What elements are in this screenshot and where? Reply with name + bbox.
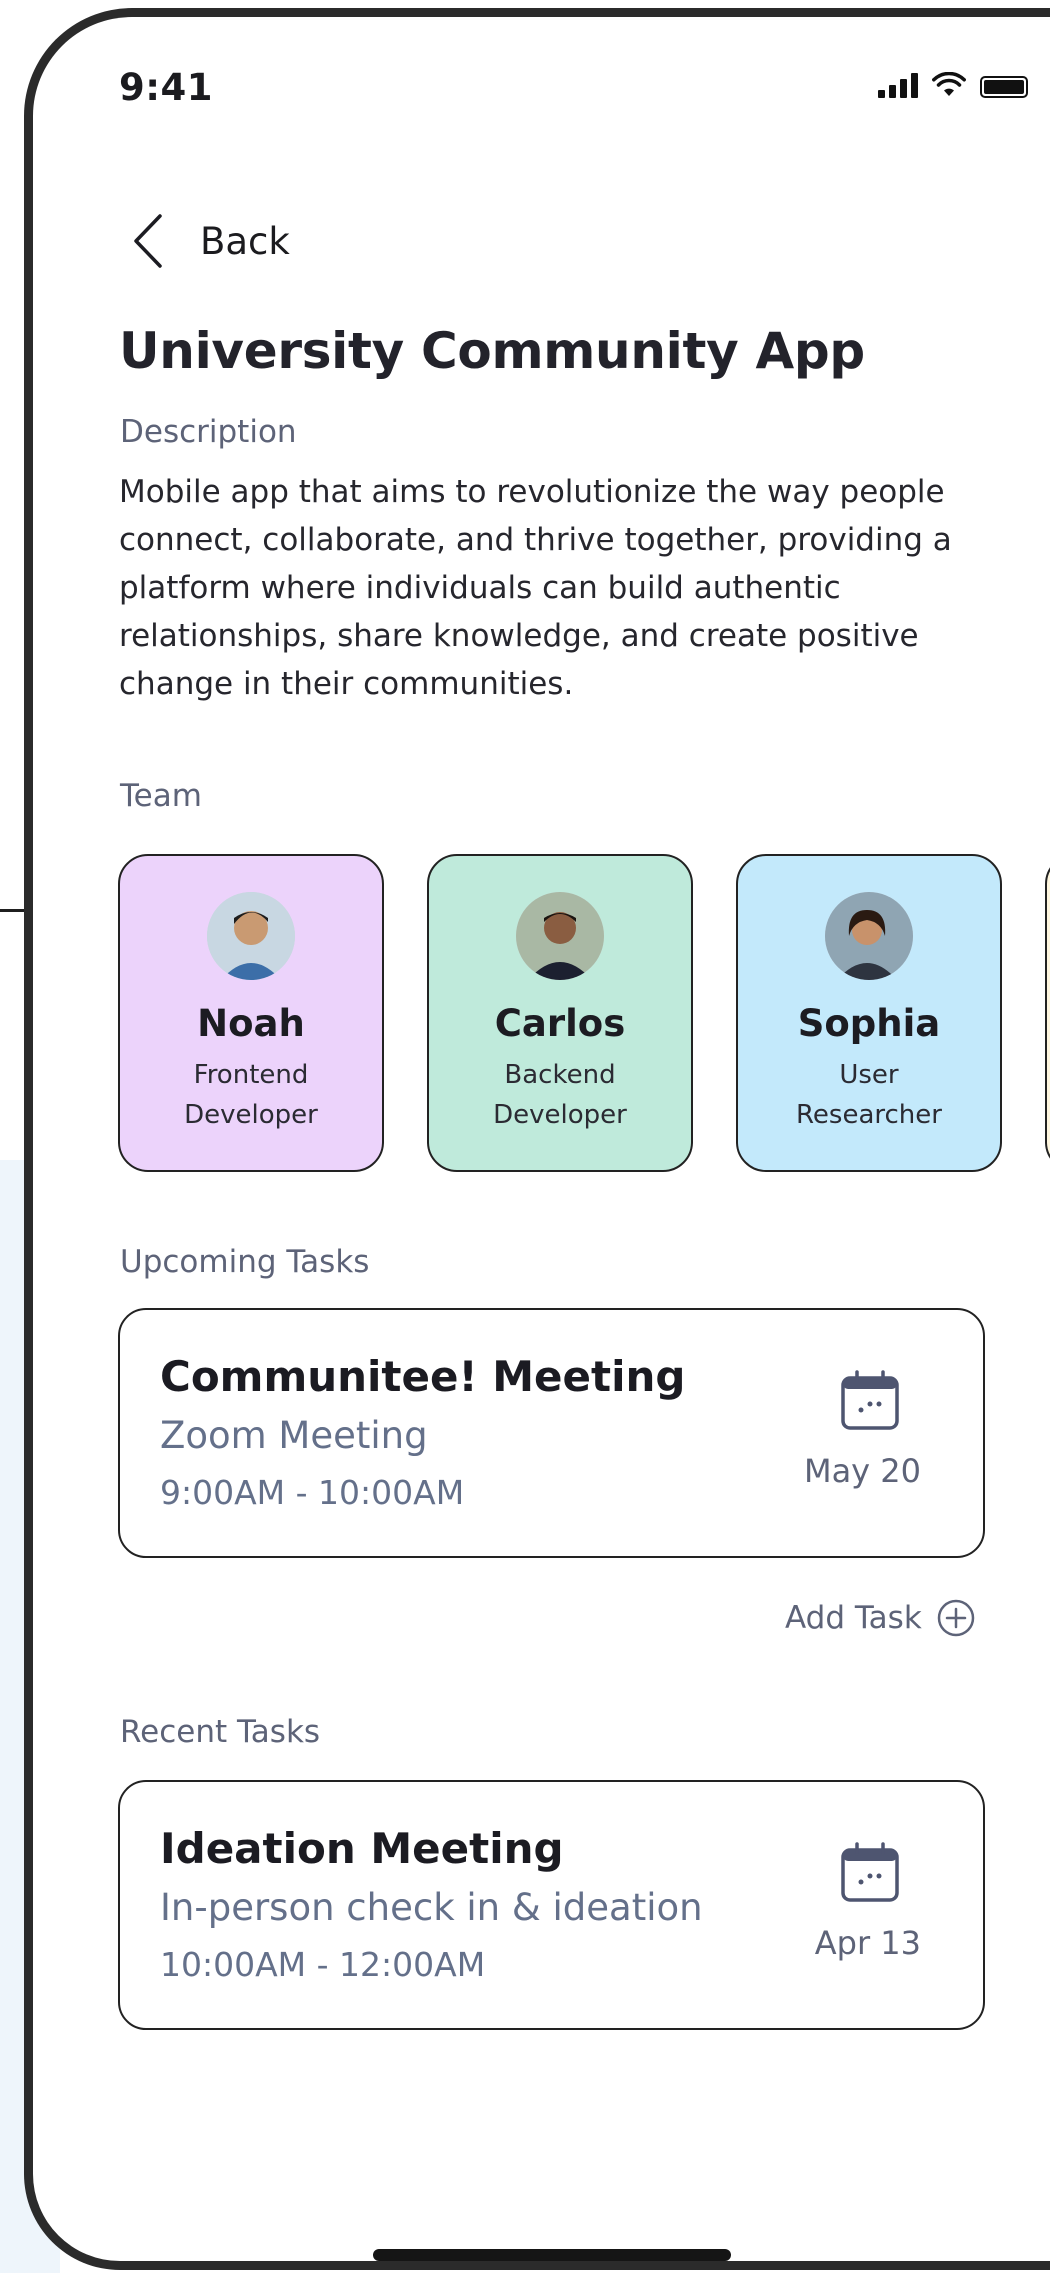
phone-frame: 9:41 Back University Community App Descr… bbox=[24, 8, 1050, 2270]
task-title: Communitee! Meeting bbox=[160, 1352, 686, 1401]
team-carousel[interactable]: Noah Frontend Developer Carlos Backend D… bbox=[118, 854, 1050, 1174]
signal-bars-icon bbox=[878, 72, 918, 98]
task-card-upcoming[interactable]: Communitee! Meeting Zoom Meeting 9:00AM … bbox=[118, 1308, 985, 1558]
task-title: Ideation Meeting bbox=[160, 1824, 564, 1873]
status-time: 9:41 bbox=[119, 66, 214, 109]
member-role: Frontend Developer bbox=[184, 1060, 318, 1130]
upcoming-tasks-label: Upcoming Tasks bbox=[120, 1244, 370, 1280]
avatar bbox=[207, 892, 295, 980]
team-member-card[interactable]: Sophia User Researcher bbox=[736, 854, 1002, 1172]
team-member-card-partial[interactable] bbox=[1045, 854, 1050, 1172]
add-task-label: Add Task bbox=[785, 1600, 922, 1636]
team-member-card[interactable]: Noah Frontend Developer bbox=[118, 854, 384, 1172]
wifi-icon bbox=[932, 72, 966, 96]
battery-icon bbox=[980, 76, 1028, 98]
task-time: 9:00AM - 10:00AM bbox=[160, 1473, 465, 1512]
member-role: User Researcher bbox=[796, 1060, 942, 1130]
recent-tasks-label: Recent Tasks bbox=[120, 1714, 321, 1750]
task-subtitle: In-person check in & ideation bbox=[160, 1886, 703, 1929]
task-time: 10:00AM - 12:00AM bbox=[160, 1945, 486, 1984]
back-label: Back bbox=[200, 219, 290, 263]
member-name: Noah bbox=[197, 1002, 305, 1045]
calendar-icon bbox=[841, 1842, 899, 1902]
task-card-recent[interactable]: Ideation Meeting In-person check in & id… bbox=[118, 1780, 985, 2030]
member-role: Backend Developer bbox=[493, 1060, 627, 1130]
member-name: Sophia bbox=[797, 1002, 941, 1045]
back-button[interactable]: Back bbox=[130, 212, 290, 270]
avatar bbox=[825, 892, 913, 980]
plus-circle-icon bbox=[937, 1599, 975, 1637]
member-name: Carlos bbox=[494, 1002, 626, 1045]
description-text: Mobile app that aims to revolutionize th… bbox=[119, 474, 952, 702]
home-indicator[interactable] bbox=[373, 2249, 731, 2261]
avatar bbox=[516, 892, 604, 980]
add-task-button[interactable]: Add Task bbox=[785, 1598, 976, 1638]
calendar-icon bbox=[841, 1370, 899, 1430]
chevron-left-icon bbox=[134, 214, 162, 268]
task-date: Apr 13 bbox=[814, 1924, 921, 1962]
task-subtitle: Zoom Meeting bbox=[160, 1414, 428, 1457]
status-icons bbox=[878, 72, 1028, 98]
task-date: May 20 bbox=[803, 1452, 921, 1490]
page-title: University Community App bbox=[119, 322, 865, 380]
team-label: Team bbox=[120, 778, 202, 814]
description-label: Description bbox=[120, 414, 297, 450]
team-member-card[interactable]: Carlos Backend Developer bbox=[427, 854, 693, 1172]
